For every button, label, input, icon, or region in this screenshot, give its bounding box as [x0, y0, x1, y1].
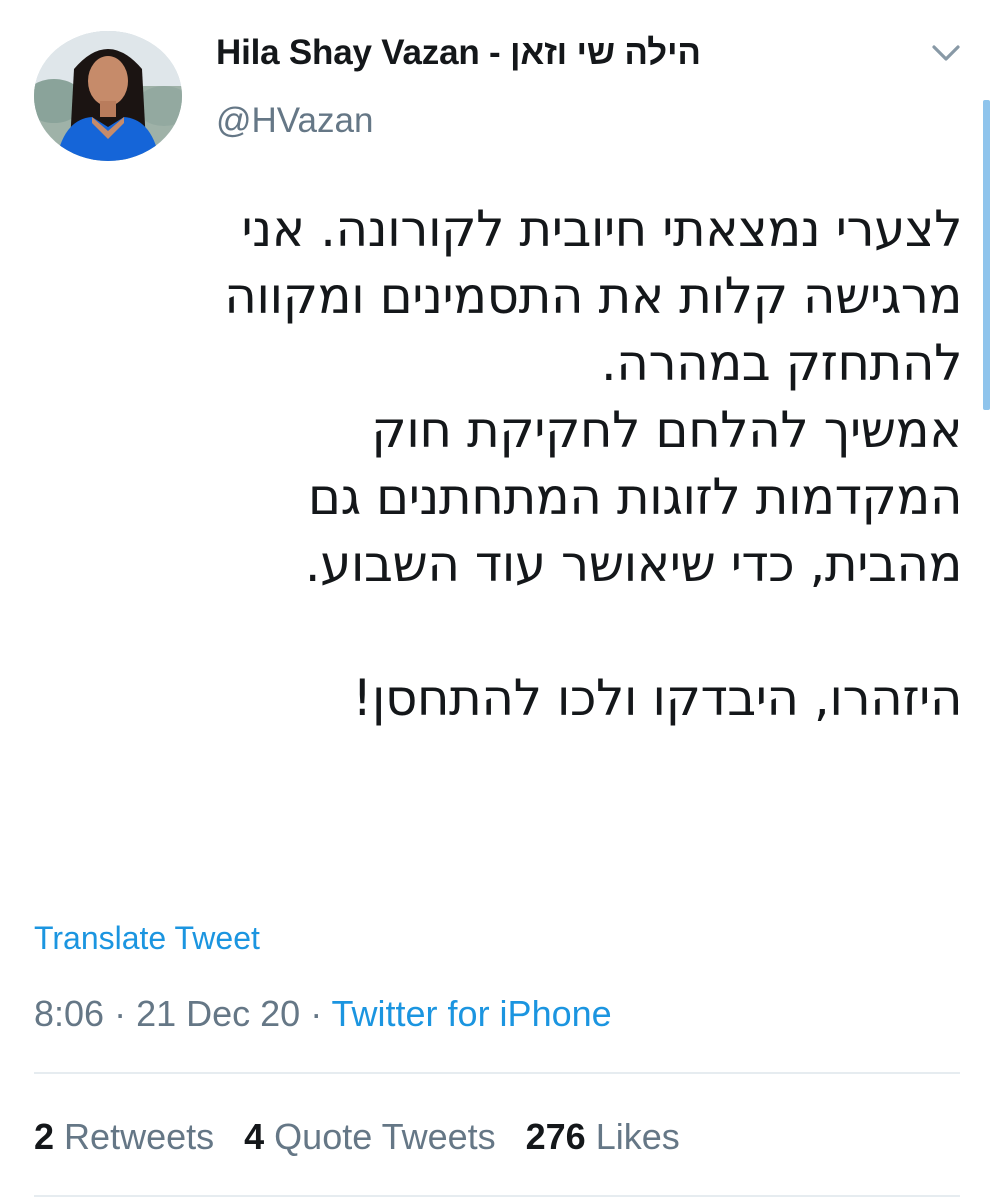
retweets-label: Retweets [64, 1116, 215, 1157]
likes-count: 276 [525, 1116, 586, 1157]
tweet-time: 8:06 [34, 993, 105, 1034]
profile-photo-icon [34, 31, 182, 161]
tweet-text: לצערי נמצאתי חיובית לקורונה. אני מרגישה … [224, 200, 962, 727]
meta-separator: · [104, 993, 137, 1034]
author-display-name[interactable]: Hila Shay Vazan - הילה שי וזאן [216, 33, 701, 73]
retweets-count: 2 [34, 1116, 55, 1157]
tweet-source-link[interactable]: Twitter for iPhone [332, 993, 612, 1034]
author-handle[interactable]: @HVazan [216, 101, 373, 141]
meta-separator: · [300, 993, 332, 1034]
tweet-detail: Hila Shay Vazan - הילה שי וזאן @HVazan ל… [0, 0, 993, 1200]
avatar[interactable] [34, 31, 182, 161]
quote-tweets-stat[interactable]: 4 Quote Tweets [244, 1116, 496, 1157]
likes-stat[interactable]: 276 Likes [526, 1116, 680, 1157]
scrollbar[interactable] [983, 100, 990, 410]
tweet-stats: 2 Retweets 4 Quote Tweets 276 Likes [34, 1116, 710, 1158]
translate-tweet-link[interactable]: Translate Tweet [34, 920, 260, 957]
divider [34, 1195, 960, 1197]
retweets-stat[interactable]: 2 Retweets [34, 1116, 214, 1157]
tweet-metadata: 8:06 · 21 Dec 20 · Twitter for iPhone [34, 993, 612, 1035]
quote-tweets-label: Quote Tweets [274, 1116, 496, 1157]
tweet-date: 21 Dec 20 [136, 993, 301, 1034]
chevron-down-icon[interactable] [929, 38, 963, 68]
divider [34, 1072, 960, 1074]
quote-tweets-count: 4 [244, 1116, 265, 1157]
likes-label: Likes [595, 1116, 680, 1157]
